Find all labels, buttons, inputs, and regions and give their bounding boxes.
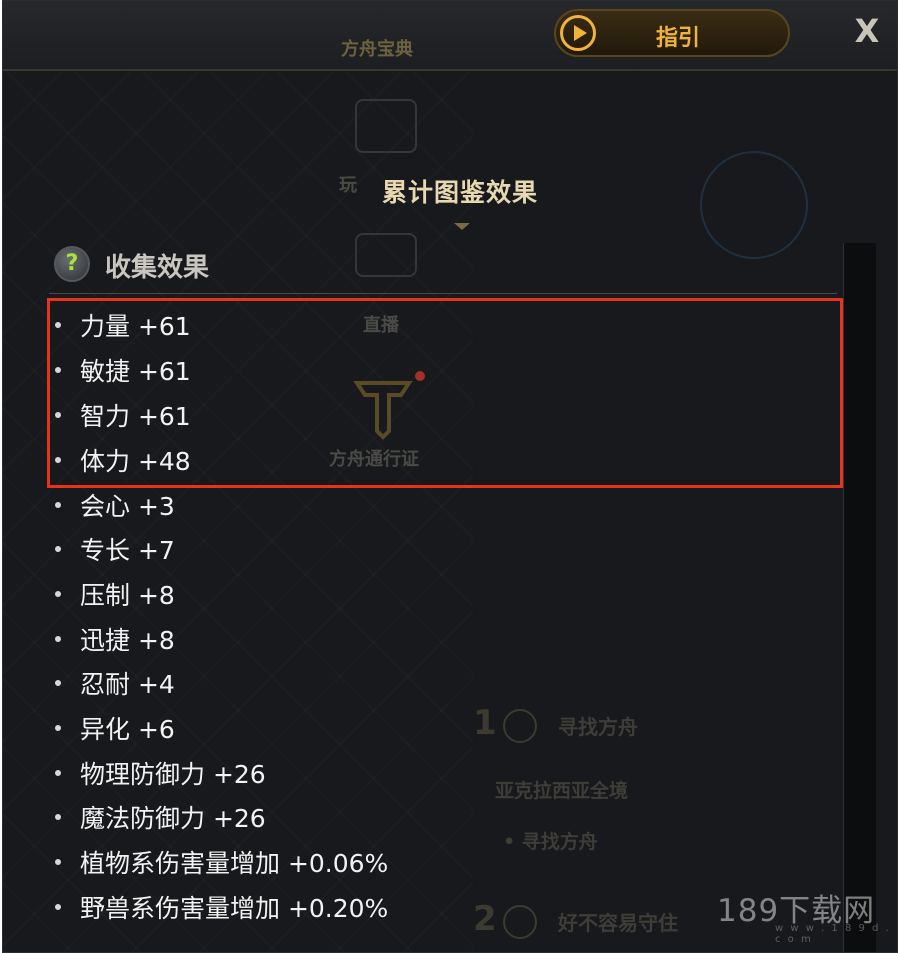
stat-label: 压制 +8 [80,581,175,610]
bullet-icon [55,725,61,731]
quest-step-title-2: 好不容易守住 [558,911,678,935]
section-title: 收集效果 [105,253,210,283]
bullet-icon [55,546,61,552]
close-icon[interactable]: X [849,13,885,49]
gift-icon [355,99,417,153]
stat-label: 忍耐 +4 [80,670,175,699]
stat-label: 专长 +7 [80,536,175,565]
section-divider [49,293,837,294]
guide-button[interactable]: 指引 [554,9,790,57]
help-icon[interactable]: ? [54,246,90,282]
stat-label: 野兽系伤害量增加 +0.20% [80,894,389,923]
stat-label: 物理防御力 +26 [80,760,266,789]
stat-label: 迅捷 +8 [80,626,175,655]
quest-sub-item: • 寻找方舟 [503,831,598,853]
quest-badge-icon-2 [503,905,537,939]
stat-label: 会心 +3 [80,492,175,521]
watermark-url: w w w . 1 8 9 d . c o m [775,923,891,945]
quest-step-number: 1 [473,703,497,743]
bullet-icon [55,859,61,865]
quest-step-title: 寻找方舟 [558,715,638,739]
bullet-icon [55,680,61,686]
top-bar: 方舟宝典 指引 X [3,1,897,71]
play-icon [560,15,596,51]
panel-title: 累计图鉴效果 [381,178,538,207]
stat-label: 植物系伤害量增加 +0.06% [80,849,389,878]
stat-label: 魔法防御力 +26 [80,804,266,833]
video-icon [355,233,417,277]
highlight-annotation-box [47,298,843,488]
bullet-icon [55,591,61,597]
bullet-icon [55,904,61,910]
bullet-icon [55,636,61,642]
quest-badge-icon [503,709,537,743]
bullet-icon [55,814,61,820]
bullet-icon [55,770,61,776]
quest-region: 亚克拉西亚全境 [495,780,629,802]
guide-button-label: 指引 [656,26,701,51]
stat-label: 异化 +6 [80,715,175,744]
title-divider-tick [454,223,470,230]
background-tab-label: 方舟宝典 [341,39,413,60]
scrollbar[interactable] [843,243,876,952]
quest-step-number-2: 2 [473,899,497,939]
collection-effects-window: 方舟宝典 指引 X 玩 直播 方舟通行证 1 寻找方舟 亚克拉西亚全境 • 寻找… [2,0,898,953]
bullet-icon [55,502,61,508]
